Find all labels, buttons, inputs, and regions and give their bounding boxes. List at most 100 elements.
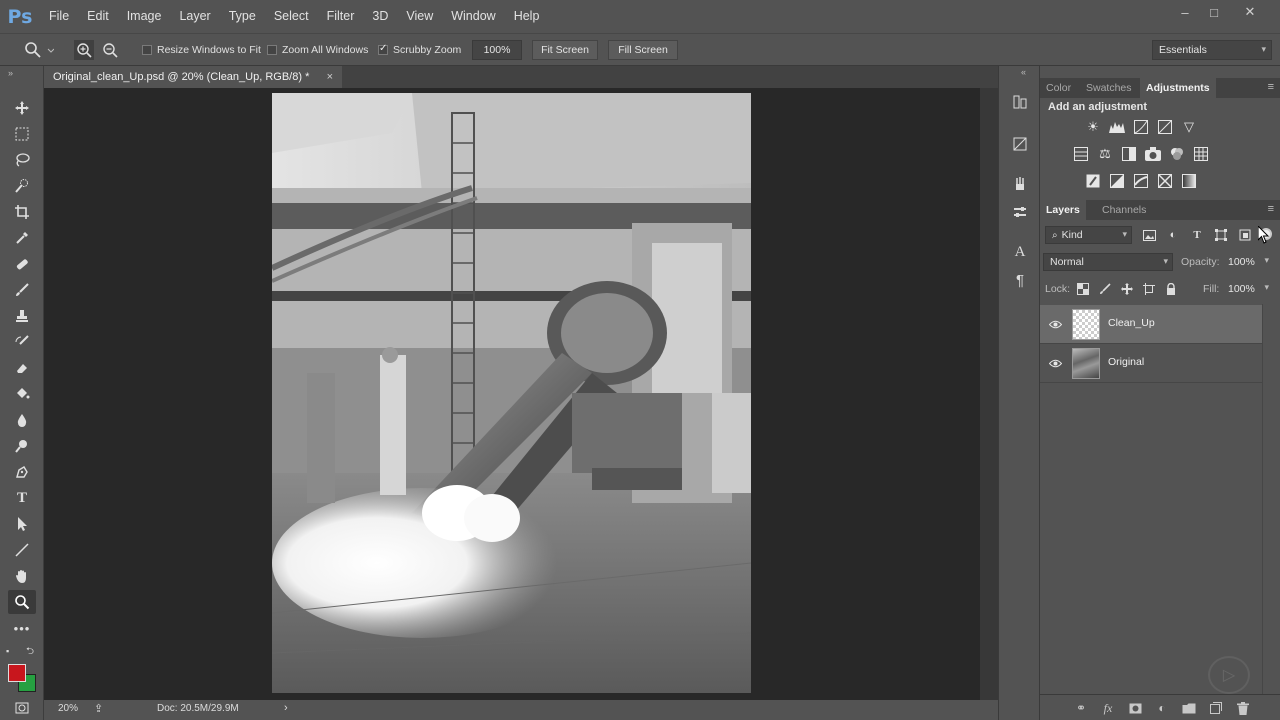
layer-row-clean-up[interactable]: Clean_Up (1040, 305, 1262, 344)
layer-kind-filter[interactable]: ⌕ Kind ▾ (1045, 226, 1132, 244)
add-mask-icon[interactable] (1126, 700, 1144, 716)
menu-type[interactable]: Type (220, 0, 265, 33)
quick-selection-tool-icon[interactable] (8, 174, 36, 198)
vibrance-icon[interactable]: ▽ (1180, 119, 1198, 135)
document-canvas-photo[interactable] (272, 93, 751, 693)
menu-file[interactable]: File (40, 0, 78, 33)
resize-windows-to-fit-checkbox[interactable]: Resize Windows to Fit (142, 34, 261, 66)
filter-shape-layers-icon[interactable] (1212, 227, 1230, 243)
gradient-map-icon[interactable] (1180, 173, 1198, 189)
marquee-tool-icon[interactable] (8, 122, 36, 146)
more-tools-icon[interactable]: ••• (8, 616, 36, 640)
paragraph-panel-icon[interactable]: ¶ (1008, 268, 1032, 292)
photo-filter-icon[interactable] (1144, 146, 1162, 162)
type-tool-icon[interactable]: T (8, 486, 36, 510)
link-layers-icon[interactable]: ⚭ (1072, 700, 1090, 716)
path-selection-tool-icon[interactable] (8, 512, 36, 536)
zoom-percent-field[interactable]: 100% (472, 40, 522, 60)
close-document-icon[interactable]: × (327, 71, 333, 83)
character-panel-icon[interactable]: A (1008, 240, 1032, 264)
canvas-vertical-scrollbar[interactable] (980, 88, 998, 700)
menu-edit[interactable]: Edit (78, 0, 118, 33)
default-colors-icon[interactable]: ▪ (6, 646, 9, 656)
status-menu-arrow-icon[interactable]: › (284, 702, 288, 714)
zoom-all-windows-checkbox[interactable]: Zoom All Windows (267, 34, 368, 66)
new-group-icon[interactable] (1180, 700, 1198, 716)
black-white-icon[interactable] (1120, 146, 1138, 162)
eye-icon[interactable] (1048, 317, 1062, 331)
filter-adjustment-layers-icon[interactable]: ◐ (1164, 227, 1182, 243)
menu-view[interactable]: View (397, 0, 442, 33)
hand-tool-icon[interactable] (8, 564, 36, 588)
tool-presets-panel-icon[interactable] (1008, 200, 1032, 224)
zoom-in-button[interactable] (74, 34, 94, 66)
move-tool-icon[interactable] (8, 96, 36, 120)
healing-brush-tool-icon[interactable] (8, 252, 36, 276)
filter-smart-objects-icon[interactable] (1236, 227, 1254, 243)
curves-icon[interactable] (1132, 119, 1150, 135)
threshold-icon[interactable] (1132, 173, 1150, 189)
layer-name[interactable]: Clean_Up (1108, 317, 1155, 329)
maximize-button[interactable]: □ (1197, 0, 1231, 24)
swap-colors-icon[interactable]: ⮌ (26, 644, 34, 661)
adjustments-panel-menu-icon[interactable]: ≡ (1268, 81, 1274, 93)
color-lookup-icon[interactable] (1192, 146, 1210, 162)
properties-panel-icon[interactable] (1008, 132, 1032, 156)
lock-all-icon[interactable] (1163, 281, 1179, 297)
invert-icon[interactable] (1084, 173, 1102, 189)
menu-window[interactable]: Window (442, 0, 504, 33)
layer-name[interactable]: Original (1108, 356, 1144, 368)
tab-layers[interactable]: Layers (1040, 200, 1086, 220)
brush-tool-icon[interactable] (8, 278, 36, 302)
lock-transparent-pixels-icon[interactable] (1075, 281, 1091, 297)
status-zoom-level[interactable]: 20% (58, 703, 78, 714)
delete-layer-icon[interactable] (1234, 700, 1252, 716)
menu-image[interactable]: Image (118, 0, 171, 33)
foreground-color-swatch[interactable] (8, 664, 26, 682)
scrubby-zoom-checkbox-box[interactable] (378, 43, 388, 55)
lock-position-icon[interactable] (1119, 281, 1135, 297)
brightness-contrast-icon[interactable]: ☀ (1084, 119, 1102, 135)
zoom-tool-preset-picker[interactable] (24, 34, 54, 66)
canvas-area[interactable] (44, 88, 980, 700)
history-panel-icon[interactable] (1008, 90, 1032, 114)
history-brush-tool-icon[interactable] (8, 330, 36, 354)
tab-adjustments[interactable]: Adjustments (1140, 78, 1216, 98)
zoom-all-checkbox-box[interactable] (267, 45, 277, 55)
layers-scrollbar[interactable] (1262, 304, 1280, 694)
collapse-panels-icon[interactable]: « (1021, 67, 1026, 77)
zoom-out-button[interactable] (100, 34, 120, 66)
tab-channels[interactable]: Channels (1096, 200, 1152, 220)
menu-select[interactable]: Select (265, 0, 318, 33)
paint-bucket-tool-icon[interactable] (8, 382, 36, 406)
filter-pixel-layers-icon[interactable] (1140, 227, 1158, 243)
menu-filter[interactable]: Filter (318, 0, 364, 33)
lock-image-pixels-icon[interactable] (1097, 281, 1113, 297)
scrubby-zoom-checkbox[interactable]: Scrubby Zoom (378, 34, 461, 66)
exposure-icon[interactable] (1156, 119, 1174, 135)
eraser-tool-icon[interactable] (8, 356, 36, 380)
opacity-field[interactable]: 100% ▾ (1223, 253, 1271, 271)
menu-help[interactable]: Help (505, 0, 549, 33)
close-window-button[interactable]: ✕ (1233, 0, 1267, 24)
brushes-panel-icon[interactable] (1008, 172, 1032, 196)
eye-icon[interactable] (1048, 356, 1062, 370)
blur-tool-icon[interactable] (8, 408, 36, 432)
filter-type-layers-icon[interactable]: T (1188, 227, 1206, 243)
layers-panel-menu-icon[interactable]: ≡ (1268, 203, 1274, 215)
levels-icon[interactable] (1108, 119, 1126, 135)
lock-artboard-icon[interactable] (1141, 281, 1157, 297)
menu-3d[interactable]: 3D (363, 0, 397, 33)
export-icon[interactable]: ⇪ (94, 702, 103, 715)
line-tool-icon[interactable] (8, 538, 36, 562)
lasso-tool-icon[interactable] (8, 148, 36, 172)
dodge-tool-icon[interactable] (8, 434, 36, 458)
resize-windows-checkbox-box[interactable] (142, 45, 152, 55)
workspace-select[interactable]: Essentials ▾ (1152, 40, 1272, 60)
tab-swatches[interactable]: Swatches (1080, 78, 1138, 98)
clone-stamp-tool-icon[interactable] (8, 304, 36, 328)
hue-saturation-icon[interactable] (1072, 146, 1090, 162)
document-tab[interactable]: Original_clean_Up.psd @ 20% (Clean_Up, R… (44, 66, 342, 88)
fill-field[interactable]: 100% ▾ (1223, 280, 1271, 298)
tab-color[interactable]: Color (1040, 78, 1077, 98)
